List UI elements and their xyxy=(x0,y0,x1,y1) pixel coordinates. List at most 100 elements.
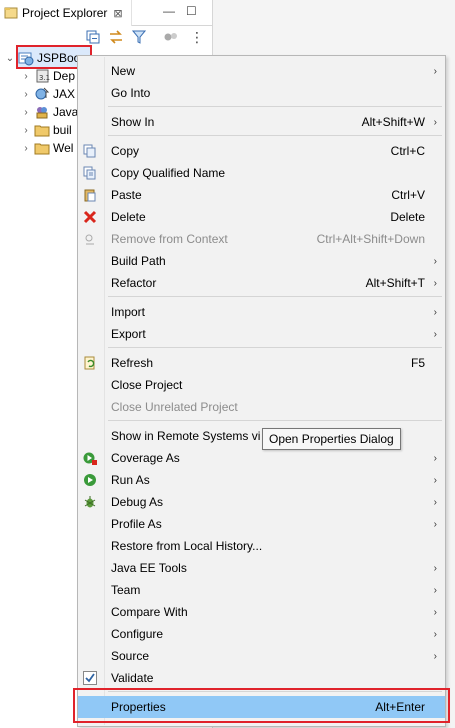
menu-item-label: Remove from Context xyxy=(111,232,228,246)
menu-item-copy[interactable]: Copy Ctrl+C xyxy=(78,140,445,162)
submenu-arrow-icon: › xyxy=(433,306,437,318)
menu-item-label: Restore from Local History... xyxy=(111,539,263,553)
submenu-arrow-icon: › xyxy=(433,116,437,128)
menu-separator xyxy=(108,106,442,107)
menu-item-new[interactable]: New › xyxy=(78,60,445,82)
menu-item-import[interactable]: Import › xyxy=(78,301,445,323)
focus-on-task-icon[interactable] xyxy=(162,28,180,46)
run-icon xyxy=(82,472,98,488)
menu-item-compare-with[interactable]: Compare With › xyxy=(78,601,445,623)
submenu-arrow-icon: › xyxy=(433,277,437,289)
tree-item-label: Dep xyxy=(53,69,76,83)
menu-item-shortcut: Ctrl+Alt+Shift+Down xyxy=(316,232,425,246)
menu-item-label: Import xyxy=(111,305,146,319)
menu-item-label: Close Project xyxy=(111,378,183,392)
menu-item-coverage-as[interactable]: Coverage As › xyxy=(78,447,445,469)
menu-item-delete[interactable]: Delete Delete xyxy=(78,206,445,228)
link-with-editor-icon[interactable] xyxy=(107,28,125,46)
menu-item-copy-qualified-name[interactable]: Copy Qualified Name xyxy=(78,162,445,184)
menu-item-label: Run As xyxy=(111,473,150,487)
tree-root-project[interactable]: ⌄ JSPBoo xyxy=(4,49,80,67)
menu-item-show-in[interactable]: Show In Alt+Shift+W › xyxy=(78,111,445,133)
filter-icon[interactable] xyxy=(130,28,148,46)
collapse-arrow-icon[interactable]: ⌄ xyxy=(4,53,16,64)
maximize-icon[interactable]: ☐ xyxy=(186,4,197,18)
menu-item-team[interactable]: Team › xyxy=(78,579,445,601)
refresh-icon xyxy=(82,355,98,371)
submenu-arrow-icon: › xyxy=(433,328,437,340)
menu-item-label: Compare With xyxy=(111,605,188,619)
tree-item-label: Wel xyxy=(53,141,74,155)
expand-arrow-icon[interactable]: › xyxy=(20,107,32,118)
jax-ws-icon xyxy=(34,86,50,102)
project-explorer-tab[interactable]: Project Explorer ⊠ xyxy=(0,0,132,26)
root-project-label: JSPBoo xyxy=(37,51,81,65)
libraries-icon: 3.1 xyxy=(34,68,50,84)
menu-item-remove-from-context[interactable]: Remove from Context Ctrl+Alt+Shift+Down xyxy=(78,228,445,250)
menu-item-label: New xyxy=(111,64,136,78)
menu-item-label: Build Path xyxy=(111,254,166,268)
tree-item-label: buil xyxy=(53,123,72,137)
menu-item-label: Configure xyxy=(111,627,164,641)
expand-arrow-icon[interactable]: › xyxy=(20,71,32,82)
submenu-arrow-icon: › xyxy=(433,474,437,486)
context-menu: New › Go Into Show In Alt+Shift+W › Copy… xyxy=(77,55,446,727)
tree-item[interactable]: › 3.1 Dep xyxy=(20,67,75,85)
tree-item[interactable]: › JAX xyxy=(20,85,75,103)
menu-item-run-as[interactable]: Run As › xyxy=(78,469,445,491)
menu-item-debug-as[interactable]: Debug As › xyxy=(78,491,445,513)
menu-item-refactor[interactable]: Refactor Alt+Shift+T › xyxy=(78,272,445,294)
collapse-all-icon[interactable] xyxy=(84,28,102,46)
delete-icon xyxy=(82,209,98,225)
menu-item-export[interactable]: Export › xyxy=(78,323,445,345)
submenu-arrow-icon: › xyxy=(433,606,437,618)
submenu-arrow-icon: › xyxy=(433,628,437,640)
menu-item-label: Team xyxy=(111,583,141,597)
tree-item-label: JAX xyxy=(53,87,76,101)
submenu-arrow-icon: › xyxy=(433,255,437,267)
tree-item[interactable]: › Java xyxy=(20,103,78,121)
debug-bug-icon xyxy=(82,494,98,510)
menu-separator xyxy=(108,135,442,136)
menu-item-label: Delete xyxy=(111,210,146,224)
java-resources-icon xyxy=(34,104,50,120)
menu-separator xyxy=(108,296,442,297)
menu-item-source[interactable]: Source › xyxy=(78,645,445,667)
submenu-arrow-icon: › xyxy=(433,562,437,574)
minimize-icon[interactable]: — xyxy=(163,4,175,18)
tree-item[interactable]: › buil xyxy=(20,121,72,139)
submenu-arrow-icon: › xyxy=(433,452,437,464)
expand-arrow-icon[interactable]: › xyxy=(20,125,32,136)
submenu-arrow-icon: › xyxy=(433,518,437,530)
project-explorer-icon xyxy=(4,6,18,20)
menu-item-label: Coverage As xyxy=(111,451,180,465)
svg-text:3.1: 3.1 xyxy=(39,74,50,82)
menu-item-restore-local-history[interactable]: Restore from Local History... xyxy=(78,535,445,557)
menu-item-java-ee-tools[interactable]: Java EE Tools › xyxy=(78,557,445,579)
coverage-icon xyxy=(82,450,98,466)
menu-item-close-unrelated-project[interactable]: Close Unrelated Project xyxy=(78,396,445,418)
menu-item-label: Validate xyxy=(111,671,154,685)
menu-item-build-path[interactable]: Build Path › xyxy=(78,250,445,272)
menu-item-shortcut: Ctrl+C xyxy=(390,144,425,158)
menu-item-profile-as[interactable]: Profile As › xyxy=(78,513,445,535)
submenu-arrow-icon: › xyxy=(433,65,437,77)
menu-item-close-project[interactable]: Close Project xyxy=(78,374,445,396)
expand-arrow-icon[interactable]: › xyxy=(20,143,32,154)
view-menu-icon[interactable]: ⋮ xyxy=(188,28,206,46)
expand-arrow-icon[interactable]: › xyxy=(20,89,32,100)
properties-highlight xyxy=(73,688,450,723)
menu-item-label: Refresh xyxy=(111,356,154,370)
close-tab-icon[interactable]: ⊠ xyxy=(113,7,122,20)
menu-item-validate[interactable]: Validate xyxy=(78,667,445,689)
tree-item[interactable]: › Wel xyxy=(20,139,73,157)
menu-item-label: Export xyxy=(111,327,146,341)
menu-separator xyxy=(108,347,442,348)
menu-item-label: Java EE Tools xyxy=(111,561,187,575)
menu-item-label: Close Unrelated Project xyxy=(111,400,238,414)
copy-qualified-name-icon xyxy=(82,165,98,181)
menu-item-paste[interactable]: Paste Ctrl+V xyxy=(78,184,445,206)
menu-item-configure[interactable]: Configure › xyxy=(78,623,445,645)
menu-item-refresh[interactable]: Refresh F5 xyxy=(78,352,445,374)
menu-item-go-into[interactable]: Go Into xyxy=(78,82,445,104)
